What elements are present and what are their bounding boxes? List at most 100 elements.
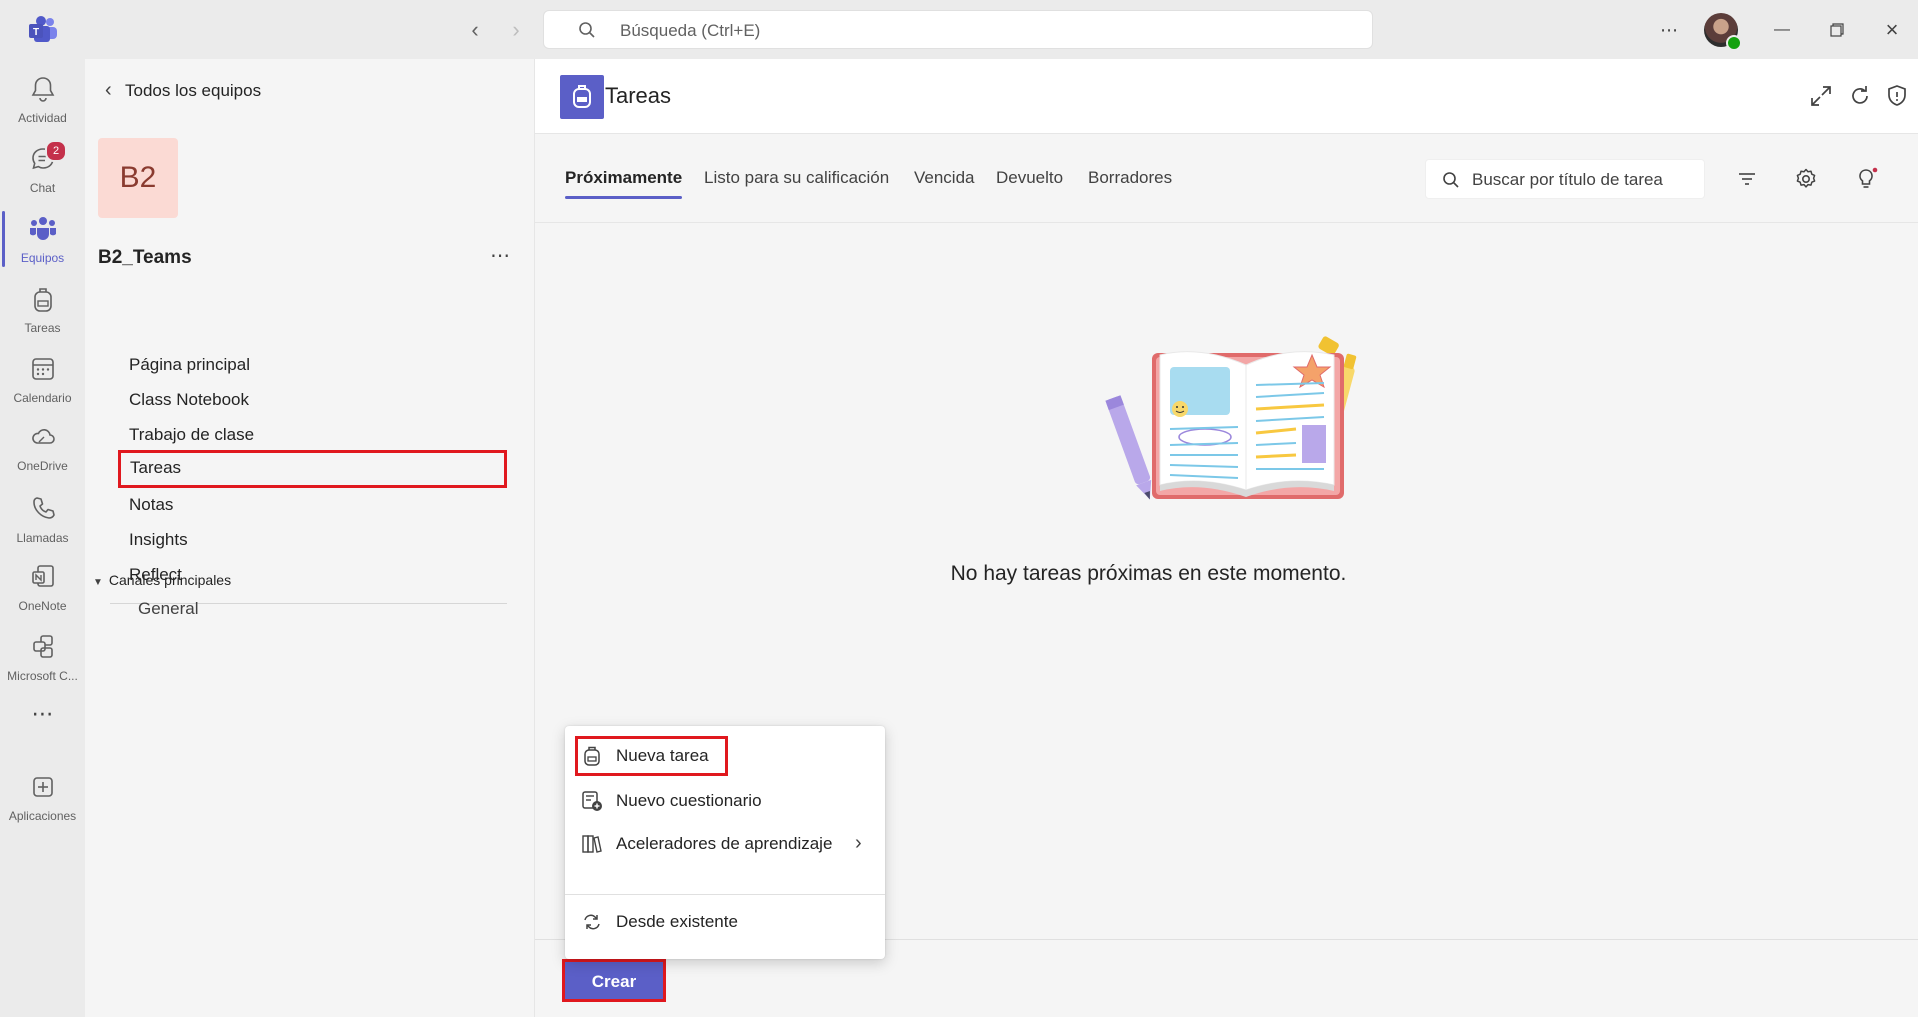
- rail-label: Equipos: [20, 251, 65, 265]
- filter-icon[interactable]: [1735, 167, 1759, 191]
- rail-item-onedrive[interactable]: OneDrive: [0, 415, 85, 481]
- refresh-icon[interactable]: [1847, 83, 1873, 109]
- rail-item-equipos[interactable]: Equipos: [0, 207, 85, 273]
- backpack-icon: [34, 288, 52, 312]
- add-app-icon: [33, 777, 53, 797]
- rail-label: Llamadas: [16, 531, 69, 545]
- tab-devuelto[interactable]: Devuelto: [996, 168, 1063, 188]
- tab-proximamente[interactable]: Próximamente: [565, 168, 683, 199]
- search-icon: [1443, 172, 1459, 188]
- rail-item-microsoft-copilot[interactable]: Microsoft C...: [0, 625, 85, 691]
- quiz-icon: [582, 791, 602, 811]
- global-search-input[interactable]: [618, 17, 1322, 44]
- rail-label: Microsoft C...: [7, 669, 78, 683]
- books-icon: [582, 835, 602, 853]
- rail-item-actividad[interactable]: Actividad: [0, 67, 85, 133]
- rail-more-apps[interactable]: ⋯: [0, 695, 85, 761]
- team-panel: ‹ Todos los equipos B2 B2_Teams ⋯ Página …: [85, 59, 535, 1017]
- channel-general[interactable]: General: [138, 599, 198, 619]
- rail-label: Actividad: [18, 111, 67, 125]
- tasks-tab-bar: Próximamente Listo para su calificación …: [535, 135, 1918, 223]
- create-menu: Nueva tarea Nuevo cuestionario Acelerado…: [565, 726, 885, 959]
- reuse-icon: [584, 914, 600, 930]
- team-nav-class-notebook[interactable]: Class Notebook: [115, 382, 495, 417]
- rail-label: Calendario: [13, 391, 72, 405]
- channels-header[interactable]: ▼ Canales principales: [93, 572, 231, 588]
- team-nav-pagina-principal[interactable]: Página principal: [115, 347, 495, 382]
- rail-item-llamadas[interactable]: Llamadas: [0, 487, 85, 553]
- back-to-all-teams-link[interactable]: ‹ Todos los equipos: [105, 79, 261, 102]
- empty-state-message: No hay tareas próximas en este momento.: [535, 562, 1918, 586]
- app-rail: Actividad 2 Chat Equipos Tareas Calendar…: [0, 59, 85, 1017]
- app-title: Tareas: [605, 83, 672, 108]
- more-options-icon[interactable]: ⋯: [1654, 15, 1684, 45]
- rail-item-calendario[interactable]: Calendario: [0, 347, 85, 413]
- rail-item-chat[interactable]: 2 Chat: [0, 137, 85, 203]
- teams-icon: [30, 217, 56, 240]
- more-options-icon: ⋯: [31, 701, 54, 726]
- tareas-app-icon: [560, 75, 604, 119]
- menu-item-nuevo-cuestionario[interactable]: Nuevo cuestionario: [565, 779, 885, 823]
- bell-icon: [31, 77, 55, 102]
- menu-item-aceleradores-de-aprendizaje[interactable]: Aceleradores de aprendizaje ›: [565, 822, 885, 866]
- tab-borradores[interactable]: Borradores: [1088, 168, 1172, 188]
- teams-logo-icon[interactable]: T: [28, 16, 58, 44]
- team-nav-tareas[interactable]: Tareas: [118, 450, 507, 488]
- close-button[interactable]: ×: [1877, 15, 1907, 45]
- rail-item-onenote[interactable]: OneNote: [0, 555, 85, 621]
- forward-arrow-icon[interactable]: ›: [502, 16, 530, 44]
- menu-item-label: Desde existente: [616, 912, 738, 931]
- chevron-right-icon: ›: [855, 832, 862, 854]
- tab-vencida[interactable]: Vencida: [914, 168, 975, 188]
- gear-icon[interactable]: [1794, 167, 1818, 191]
- rail-item-aplicaciones[interactable]: Aplicaciones: [0, 765, 85, 831]
- onenote-icon: [32, 565, 54, 587]
- minimize-button[interactable]: —: [1767, 15, 1797, 45]
- rail-item-tareas[interactable]: Tareas: [0, 277, 85, 343]
- rail-label: Tareas: [24, 321, 61, 335]
- task-search-input[interactable]: [1470, 168, 1699, 192]
- svg-text:T: T: [33, 27, 39, 38]
- global-search-box[interactable]: [543, 10, 1373, 49]
- chevron-left-icon: ‹: [105, 79, 112, 101]
- lightbulb-icon[interactable]: [1854, 167, 1878, 191]
- create-button[interactable]: Crear: [562, 959, 666, 1002]
- restore-button[interactable]: [1822, 15, 1852, 45]
- caret-down-icon: ▼: [93, 577, 103, 588]
- rail-label: Chat: [29, 181, 56, 195]
- task-search-box[interactable]: [1425, 159, 1705, 199]
- team-name: B2_Teams: [98, 247, 192, 268]
- team-nav-trabajo-de-clase[interactable]: Trabajo de clase: [115, 417, 495, 452]
- presence-available-icon: [1726, 35, 1742, 51]
- menu-divider: [565, 894, 885, 895]
- chat-unread-badge: 2: [45, 140, 67, 162]
- calendar-icon: [32, 358, 54, 380]
- menu-item-label: Nuevo cuestionario: [616, 791, 762, 810]
- team-nav-notas[interactable]: Notas: [115, 487, 495, 522]
- shield-icon[interactable]: [1884, 83, 1910, 109]
- menu-item-nueva-tarea[interactable]: Nueva tarea: [565, 734, 885, 778]
- tab-listo-para-calificacion[interactable]: Listo para su calificación: [704, 168, 889, 188]
- search-icon: [579, 22, 595, 38]
- copilot-icon: [33, 635, 53, 658]
- channels-header-label: Canales principales: [108, 572, 232, 588]
- team-more-options-icon[interactable]: ⋯: [490, 243, 510, 268]
- empty-state-text: No hay tareas próximas en este momento.: [950, 562, 1347, 585]
- rail-label: OneDrive: [17, 459, 68, 473]
- app-header: Tareas: [535, 59, 1918, 134]
- team-avatar: B2: [98, 138, 178, 218]
- title-bar: T ‹ › ⋯ — ×: [0, 0, 1918, 59]
- rail-label: Aplicaciones: [8, 809, 77, 823]
- menu-item-label: Nueva tarea: [616, 746, 709, 765]
- rail-label: OneNote: [18, 599, 67, 613]
- phone-icon: [33, 497, 55, 519]
- empty-state-illustration: [1105, 336, 1357, 500]
- cloud-icon: [32, 429, 55, 444]
- back-link-label: Todos los equipos: [125, 81, 262, 100]
- menu-item-label: Aceleradores de aprendizaje: [616, 834, 833, 853]
- menu-item-desde-existente[interactable]: Desde existente: [565, 900, 885, 944]
- backpack-icon: [584, 746, 600, 766]
- back-arrow-icon[interactable]: ‹: [461, 16, 489, 44]
- expand-icon[interactable]: [1808, 83, 1834, 109]
- team-nav-insights[interactable]: Insights: [115, 522, 495, 557]
